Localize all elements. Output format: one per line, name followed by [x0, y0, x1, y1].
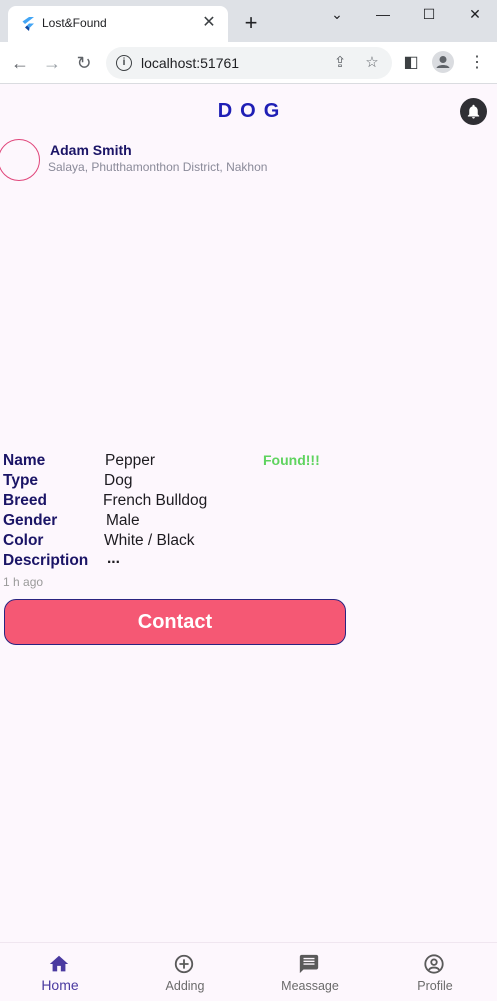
- close-window-button[interactable]: ✕: [460, 4, 490, 24]
- url-text[interactable]: localhost:51761: [141, 55, 239, 71]
- browser-tabstrip: Lost&Found ✕ + ⌄ — ☐ ✕: [0, 0, 497, 42]
- detail-label-color: Color: [3, 532, 44, 549]
- back-arrow-icon[interactable]: ←: [8, 51, 32, 75]
- forward-arrow-icon[interactable]: →: [40, 51, 64, 75]
- browser-menu-icon[interactable]: ⋮: [466, 52, 488, 74]
- detail-value-type: Dog: [104, 472, 133, 489]
- detail-value-description[interactable]: ...: [107, 550, 120, 568]
- minimize-button[interactable]: —: [368, 4, 398, 24]
- user-location: Salaya, Phutthamonthon District, Nakhon: [48, 160, 268, 174]
- nav-item-home[interactable]: Home: [0, 943, 122, 1001]
- nav-item-message[interactable]: Meassage: [248, 943, 372, 1001]
- address-bar[interactable]: i localhost:51761 ⇪ ☆: [106, 47, 392, 79]
- detail-label-name: Name: [3, 452, 46, 469]
- site-info-icon[interactable]: i: [116, 55, 132, 71]
- new-tab-button[interactable]: +: [240, 12, 262, 34]
- detail-value-color: White / Black: [104, 532, 195, 549]
- flutter-icon: [22, 17, 34, 31]
- nav-label-message: Meassage: [281, 979, 339, 993]
- detail-label-breed: Breed: [3, 492, 47, 509]
- detail-value-gender: Male: [106, 512, 140, 529]
- detail-label-gender: Gender: [3, 512, 58, 529]
- nav-label-adding: Adding: [165, 979, 205, 993]
- page-title: DOG: [217, 100, 288, 122]
- notification-button[interactable]: [460, 98, 487, 125]
- bottom-navigation: Home Adding Meassage Profile: [0, 942, 497, 1001]
- user-name[interactable]: Adam Smith: [50, 142, 132, 158]
- close-tab-icon[interactable]: ✕: [200, 14, 218, 32]
- nav-label-home: Home: [41, 977, 79, 993]
- share-icon[interactable]: ⇪: [330, 53, 350, 73]
- status-badge: Found!!!: [263, 452, 320, 468]
- detail-value-name: Pepper: [105, 452, 155, 469]
- reload-icon[interactable]: ↻: [72, 51, 96, 75]
- nav-label-profile: Profile: [417, 979, 453, 993]
- side-panel-icon[interactable]: ◧: [400, 52, 422, 74]
- bell-icon: [467, 104, 480, 119]
- home-icon: [49, 955, 69, 972]
- post-image: [0, 190, 350, 445]
- post-timestamp: 1 h ago: [3, 575, 44, 589]
- user-avatar[interactable]: [0, 139, 40, 181]
- profile-icon: [424, 954, 444, 974]
- add-circle-icon: [174, 954, 194, 974]
- tab-search-icon[interactable]: ⌄: [322, 4, 352, 24]
- nav-item-adding[interactable]: Adding: [123, 943, 247, 1001]
- browser-tab[interactable]: Lost&Found ✕: [8, 6, 228, 42]
- profile-avatar-icon[interactable]: [432, 51, 454, 73]
- nav-item-profile[interactable]: Profile: [373, 943, 497, 1001]
- detail-label-description: Description: [3, 552, 89, 569]
- maximize-button[interactable]: ☐: [414, 4, 444, 24]
- detail-label-type: Type: [3, 472, 39, 489]
- browser-toolbar: ← → ↻ i localhost:51761 ⇪ ☆ ◧ ⋮: [0, 42, 497, 84]
- contact-button[interactable]: Contact: [4, 599, 346, 645]
- tab-title: Lost&Found: [42, 16, 107, 30]
- bookmark-star-icon[interactable]: ☆: [362, 53, 382, 73]
- detail-value-breed: French Bulldog: [103, 492, 208, 509]
- message-icon: [299, 954, 319, 974]
